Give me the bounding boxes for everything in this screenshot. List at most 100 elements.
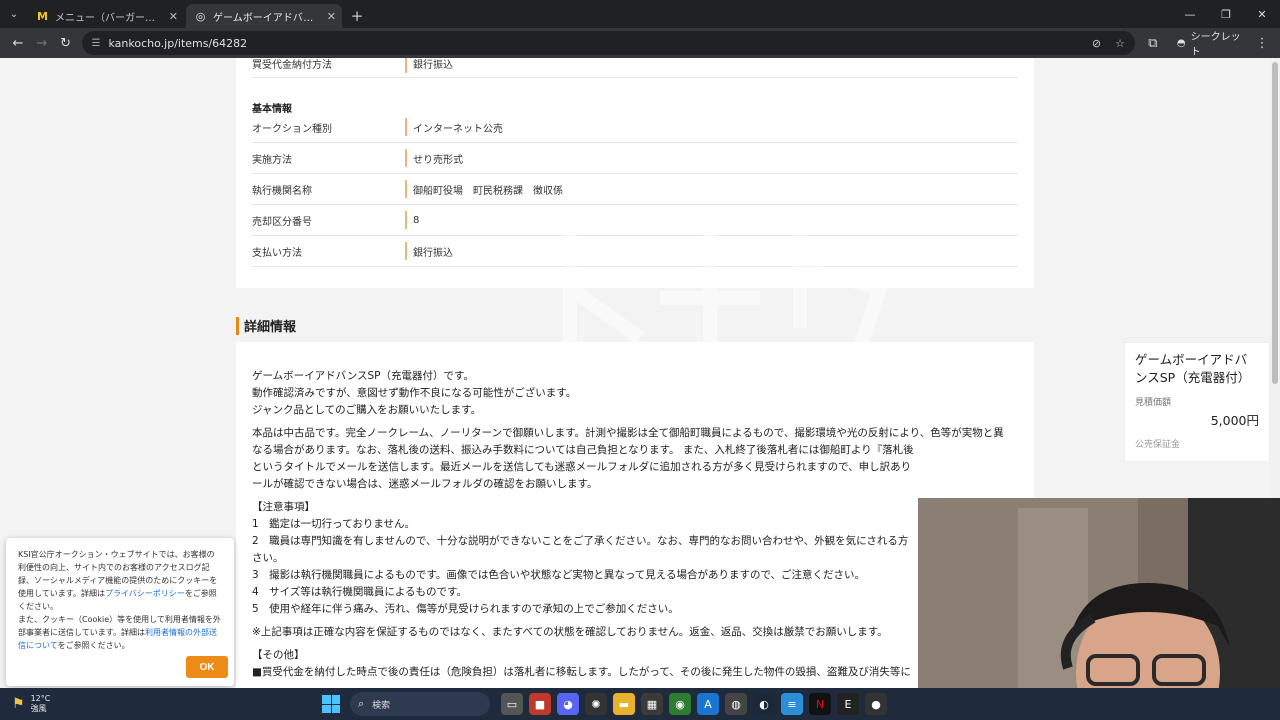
tab-kankocho[interactable]: ◎ ゲームボーイアドバンスSP（充電器付 ✕	[186, 4, 342, 28]
new-tab-button[interactable]: +	[344, 4, 370, 28]
incognito-indicator[interactable]: ◓ シークレット	[1177, 28, 1250, 58]
store-icon[interactable]: ▦	[641, 693, 663, 715]
detail-line: 【その他】	[252, 649, 305, 661]
window-controls: — ❐ ✕	[1172, 0, 1280, 28]
browser-tab-bar: ⌄ M メニュー（バーガー）| マクドナルド公 ✕ ◎ ゲームボーイアドバンスS…	[0, 0, 1280, 28]
restore-icon[interactable]: ❐	[1208, 0, 1244, 28]
weather-warning-icon: ⚑	[12, 696, 25, 712]
windows-start-icon[interactable]	[322, 695, 340, 713]
forward-arrow-icon[interactable]: →	[30, 31, 54, 55]
item-title: ゲームボーイアドバンスSP（充電器付）	[1135, 352, 1251, 385]
detail-line: ジャンク品としてのご購入をお願いいたします。	[252, 404, 482, 416]
info-value: 御船町役場 町民税務課 徴収係	[405, 180, 563, 198]
info-label: 執行機関名称	[252, 185, 312, 197]
detail-line: 動作確認済みですが、意図せず動作不良になる可能性がございます。	[252, 387, 577, 399]
price-summary-card: ゲームボーイアドバンスSP（充電器付） 見積価額 5,000円 公売保証金	[1124, 342, 1270, 462]
incognito-label: シークレット	[1190, 32, 1241, 58]
taskbar-apps: ⌕ 検索 ▭ ■ ◕ ✺ ▬ ▦ ◉ A ◍ ◐ ≡ N E ●	[322, 688, 890, 720]
info-label: 支払い方法	[252, 247, 302, 259]
info-row: オークション種別 インターネット公売	[252, 112, 1018, 143]
webcam-overlay	[918, 498, 1280, 688]
close-icon[interactable]: ✕	[327, 10, 336, 23]
tab-mcdonalds[interactable]: M メニュー（バーガー）| マクドナルド公 ✕	[28, 4, 184, 28]
mcdonalds-icon: M	[37, 9, 48, 23]
privacy-policy-link[interactable]: プライバシーポリシー	[105, 589, 185, 598]
cookie-ok-button[interactable]: OK	[186, 656, 228, 678]
info-value: 8	[405, 211, 419, 229]
detail-line: 1 鑑定は一切行っておりません。	[252, 518, 416, 530]
detail-line: 2 職員は専門知識を有しませんので、十分な説明ができないことをご了承ください。な…	[252, 535, 909, 547]
heading-accent-bar	[236, 316, 239, 335]
tab-title: メニュー（バーガー）| マクドナルド公	[55, 12, 163, 24]
info-value: せり売形式	[405, 149, 463, 167]
globe-icon: ◎	[195, 9, 206, 23]
openai-icon[interactable]: ✺	[585, 693, 607, 715]
detail-line: 4 サイズ等は執行機関職員によるものです。	[252, 586, 467, 598]
deposit-label: 公売保証金	[1135, 440, 1181, 450]
scrollbar-thumb[interactable]	[1272, 62, 1278, 384]
cookie-consent-banner: KSI官公庁オークション・ウェブサイトでは、お客様の利便性の向上、サイト内でのお…	[6, 538, 234, 686]
taskbar-search[interactable]: ⌕ 検索	[350, 692, 490, 716]
info-value: インターネット公売	[405, 118, 503, 136]
tab-title: ゲームボーイアドバンスSP（充電器付	[213, 12, 321, 24]
info-label: オークション種別	[252, 123, 332, 135]
minimize-icon[interactable]: —	[1172, 0, 1208, 28]
reload-icon[interactable]: ↻	[54, 31, 78, 55]
info-value: 銀行振込	[405, 58, 453, 73]
weather-condition: 強風	[30, 704, 47, 713]
detail-line: なる場合があります。なお、落札後の送料、振込み手数料については自己負担となります…	[252, 444, 914, 456]
back-arrow-icon[interactable]: ←	[6, 31, 30, 55]
menu-dots-icon[interactable]: ⋮	[1250, 31, 1274, 55]
extensions-icon[interactable]: ⧉	[1141, 31, 1165, 55]
info-row: 執行機関名称 御船町役場 町民税務課 徴収係	[252, 174, 1018, 205]
windows-taskbar: ⚑ 12°C 強風 ⌕ 検索 ▭ ■ ◕ ✺ ▬ ▦ ◉ A ◍ ◐ ≡ N E…	[0, 688, 1280, 720]
detail-line: 5 使用や経年に伴う痛み、汚れ、傷等が見受けられますので承知の上でご参加ください…	[252, 603, 679, 615]
obs-icon[interactable]: ●	[865, 693, 887, 715]
tab-search-icon[interactable]: ⌄	[0, 0, 28, 28]
estimate-value: 5,000円	[1210, 413, 1259, 428]
cookie-text: をご参照ください。	[57, 641, 130, 650]
notepad-icon[interactable]: ≡	[781, 693, 803, 715]
red-app-icon[interactable]: ■	[529, 693, 551, 715]
epic-games-icon[interactable]: E	[837, 693, 859, 715]
detail-line: 本品は中古品です。完全ノークレーム、ノーリターンで御願いします。計測や撮影は全て…	[252, 427, 1004, 439]
steam-icon[interactable]: ◐	[753, 693, 775, 715]
estimate-label: 見積価額	[1135, 398, 1172, 408]
appstore-icon[interactable]: A	[697, 693, 719, 715]
info-value: 銀行振込	[405, 242, 453, 260]
info-row: 実施方法 せり売形式	[252, 143, 1018, 174]
weather-widget[interactable]: ⚑ 12°C 強風	[12, 694, 50, 714]
info-label: 実施方法	[252, 154, 292, 166]
info-label: 買受代金納付方法	[252, 60, 332, 71]
detail-line: ※上記事項は正確な内容を保証するものではなく、またすべての状態を確認しておりませ…	[252, 626, 888, 638]
close-window-icon[interactable]: ✕	[1244, 0, 1280, 28]
eye-off-icon[interactable]: ⊘	[1092, 37, 1101, 50]
chrome-icon[interactable]: ◉	[669, 693, 691, 715]
detail-line: というタイトルでメールを送信します。最近メールを送信しても迷惑メールフォルダに追…	[252, 461, 912, 473]
close-icon[interactable]: ✕	[169, 10, 178, 23]
site-info-icon[interactable]: ☰	[92, 38, 101, 49]
address-bar[interactable]: ☰ kankocho.jp/items/64282 ⊘ ☆	[81, 31, 1136, 55]
details-heading: 詳細情報	[244, 320, 297, 335]
search-label: 検索	[372, 700, 391, 711]
file-icon[interactable]: ▭	[501, 693, 523, 715]
browser-toolbar: ← → ↻ ☰ kankocho.jp/items/64282 ⊘ ☆ ⧉ ◓ …	[0, 28, 1280, 58]
url-text: kankocho.jp/items/64282	[108, 36, 248, 50]
page-content: 買受代金納付方法 銀行振込 基本情報 オークション種別 インターネット公売 実施…	[0, 58, 1280, 688]
bookmark-star-icon[interactable]: ☆	[1115, 37, 1125, 50]
details-section-heading: 詳細情報	[236, 316, 296, 335]
folder-icon[interactable]: ▬	[613, 693, 635, 715]
app-icon[interactable]: ◍	[725, 693, 747, 715]
info-label: 売却区分番号	[252, 216, 312, 228]
details-card: ゲームボーイアドバンスSP（充電器付）です。 動作確認済みですが、意図せず動作不…	[236, 342, 1034, 688]
search-icon: ⌕	[358, 697, 365, 710]
discord-icon[interactable]: ◕	[557, 693, 579, 715]
incognito-icon: ◓	[1176, 37, 1186, 49]
info-row: 買受代金納付方法 銀行振込	[252, 58, 1018, 78]
watermark-logo	[563, 228, 890, 368]
detail-line: ールが確認できない場合は、迷惑メールフォルダの確認をお願いします。	[252, 478, 598, 490]
weather-temp: 12°C	[30, 694, 51, 703]
netflix-icon[interactable]: N	[809, 693, 831, 715]
detail-line: 3 撮影は執行機関職員によるものです。画像では色合いや状態など実物と異なって見え…	[252, 569, 866, 581]
detail-line: ■買受代金を納付した時点で後の責任は（危険負担）は落札者に移転します。したがって…	[252, 666, 911, 678]
